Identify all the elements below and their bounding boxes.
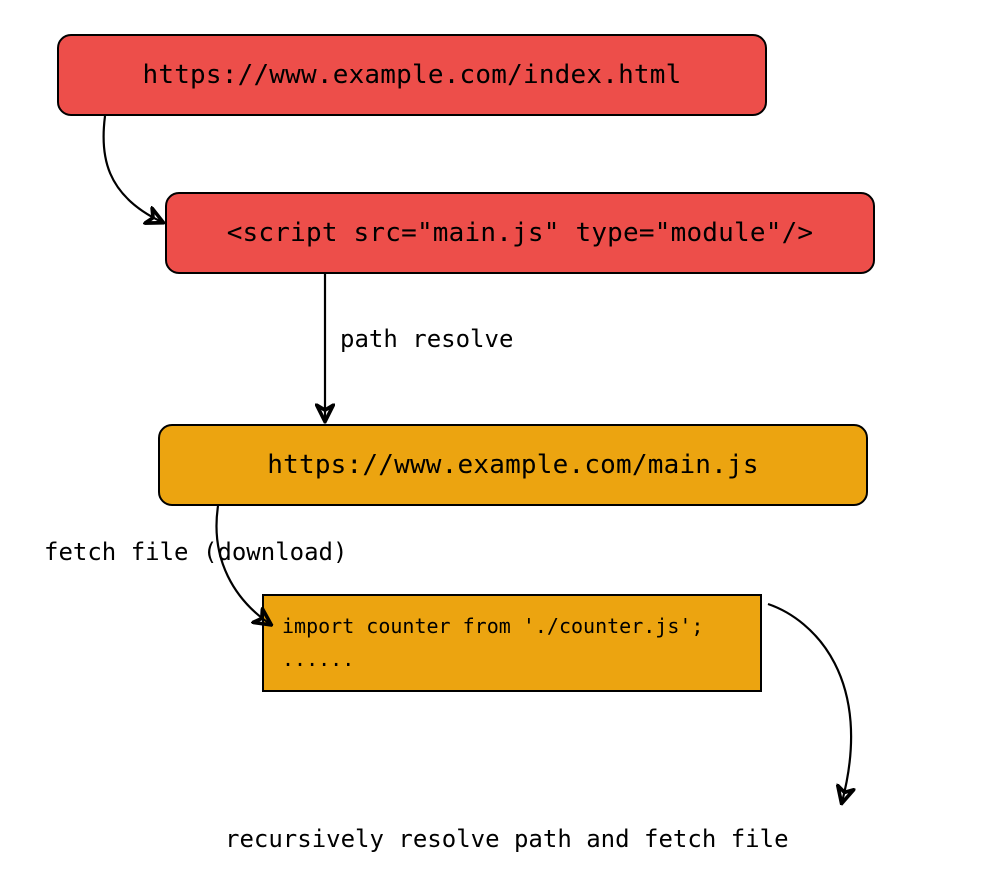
box-index-html: https://www.example.com/index.html bbox=[57, 34, 767, 116]
box-code-snippet: import counter from './counter.js'; ....… bbox=[262, 594, 762, 692]
label-fetch-file: fetch file (download) bbox=[44, 538, 347, 566]
arrow-index-to-script bbox=[104, 116, 162, 222]
label-recursive: recursively resolve path and fetch file bbox=[225, 825, 789, 853]
code-line-ellipsis: ...... bbox=[282, 643, 742, 676]
arrow-code-to-recursive bbox=[768, 604, 851, 802]
box-main-js-url: https://www.example.com/main.js bbox=[158, 424, 868, 506]
box-main-js-url-text: https://www.example.com/main.js bbox=[267, 450, 758, 480]
label-path-resolve: path resolve bbox=[340, 325, 513, 353]
box-index-html-text: https://www.example.com/index.html bbox=[142, 60, 681, 90]
code-line-import: import counter from './counter.js'; bbox=[282, 610, 742, 643]
box-script-tag: <script src="main.js" type="module"/> bbox=[165, 192, 875, 274]
box-script-tag-text: <script src="main.js" type="module"/> bbox=[227, 218, 814, 248]
